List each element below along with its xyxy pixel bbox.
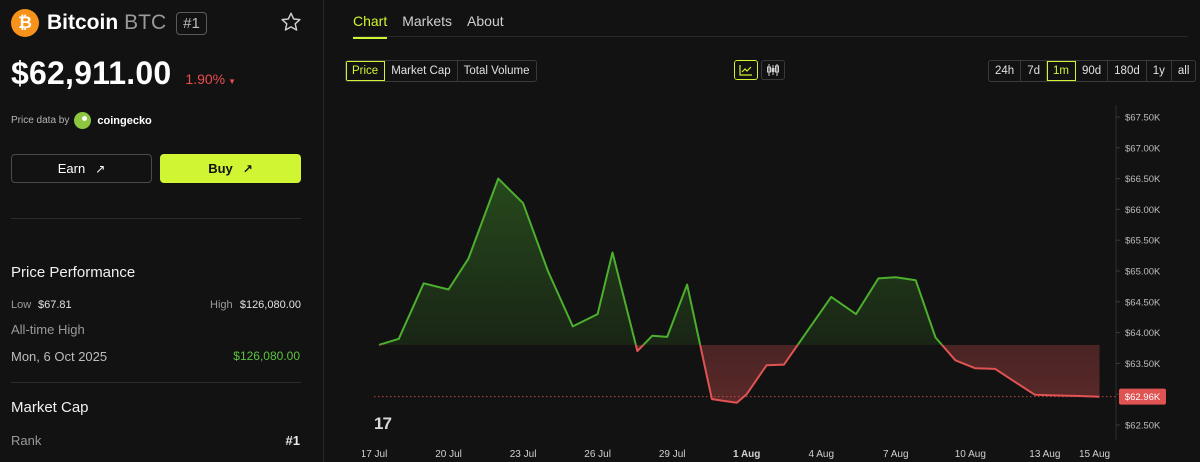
coingecko-logo-icon [74,112,92,129]
x-tick-label: 10 Aug [955,449,986,460]
tradingview-logo-icon: 17 [374,414,392,433]
range-24h-button[interactable]: 24h [989,61,1022,81]
y-tick-label: $65.50K [1125,236,1161,247]
x-tick-label: 17 Jul [362,449,387,460]
low-value: $67.81 [38,299,72,311]
price-chart[interactable]: $67.50K $67.00K $66.50K $66.00K $65.50K $65.0… [362,105,1200,462]
chart-type-selector [734,60,788,80]
range-1m-button[interactable]: 1m [1046,61,1076,81]
current-price-label: $62.96K [1125,392,1161,403]
metric-total-volume-button[interactable]: Total Volume [458,61,536,81]
y-tick-label: $65.00K [1125,267,1161,278]
bitcoin-logo-icon: ₿ [11,9,39,37]
candlestick-button[interactable] [761,60,785,80]
buy-button[interactable]: Buy ↗ [160,154,301,183]
price-performance-title: Price Performance [11,264,136,281]
y-tick-label: $64.50K [1125,297,1161,308]
high-label: High [210,299,233,311]
candlestick-icon [767,64,779,76]
x-tick-label: 26 Jul [584,449,611,460]
metric-selector: Price Market Cap Total Volume [345,60,537,82]
x-tick-label: 20 Jul [435,449,462,460]
arrow-up-right-icon: ↗ [242,161,253,176]
y-tick-label: $66.00K [1125,205,1161,216]
range-90d-button[interactable]: 90d [1076,61,1109,81]
y-tick-label: $64.00K [1125,328,1161,339]
x-tick-label: 29 Jul [659,449,686,460]
y-tick-label: $67.50K [1125,113,1161,124]
rank-label: Rank [11,433,42,448]
x-tick-label: 1 Aug [733,449,760,460]
range-7d-button[interactable]: 7d [1021,61,1047,81]
ath-date: Mon, 6 Oct 2025 [11,349,108,364]
range-all-button[interactable]: all [1172,61,1196,81]
coin-name: Bitcoin [47,11,119,34]
metric-price-button[interactable]: Price [346,61,386,81]
earn-button[interactable]: Earn ↗ [11,154,152,183]
provider-label: Price data by [11,115,70,126]
price-row: $62,911.00 1.90% ▼ [11,55,236,92]
x-tick-label: 7 Aug [883,449,909,460]
line-chart-button[interactable] [734,60,758,80]
divider [11,382,301,383]
coin-symbol: BTC [124,11,167,34]
x-tick-label: 15 Aug [1079,449,1110,460]
range-1y-button[interactable]: 1y [1147,61,1172,81]
current-price: $62,911.00 [11,55,172,91]
price-provider: Price data by coingecko [11,112,152,129]
market-cap-title: Market Cap [11,399,89,416]
metric-market-cap-button[interactable]: Market Cap [385,61,458,81]
line-chart-icon [739,65,752,76]
x-tick-label: 4 Aug [808,449,834,460]
ath-label: All-time High [11,322,85,337]
rank-badge: #1 [176,11,207,35]
tabs-divider [353,36,1188,37]
y-tick-label: $67.00K [1125,143,1161,154]
x-tick-label: 13 Aug [1029,449,1060,460]
buy-button-label: Buy [208,161,233,176]
time-range-selector: 24h 7d 1m 90d 180d 1y all [988,60,1197,82]
y-tick-label: $62.50K [1125,421,1161,432]
earn-button-label: Earn [57,161,86,176]
ath-value: $126,080.00 [233,349,300,363]
provider-name: coingecko [97,114,152,127]
y-tick-label: $66.50K [1125,174,1161,185]
triangle-down-icon: ▼ [228,77,237,86]
low-label: Low [11,299,32,311]
rank-value: #1 [285,433,300,448]
price-change: 1.90% [185,71,226,87]
y-tick-label: $63.50K [1125,359,1161,370]
arrow-up-right-icon: ↗ [95,161,106,176]
coin-header: ₿ Bitcoin BTC #1 [11,9,207,37]
coin-panel: ₿ Bitcoin BTC #1 $62,911.00 1.90% ▼ Pric… [0,0,324,462]
x-tick-label: 23 Jul [510,449,537,460]
range-180d-button[interactable]: 180d [1108,61,1147,81]
divider [11,218,301,219]
favorite-star-icon[interactable] [280,11,302,33]
high-value: $126,080.00 [239,299,301,311]
